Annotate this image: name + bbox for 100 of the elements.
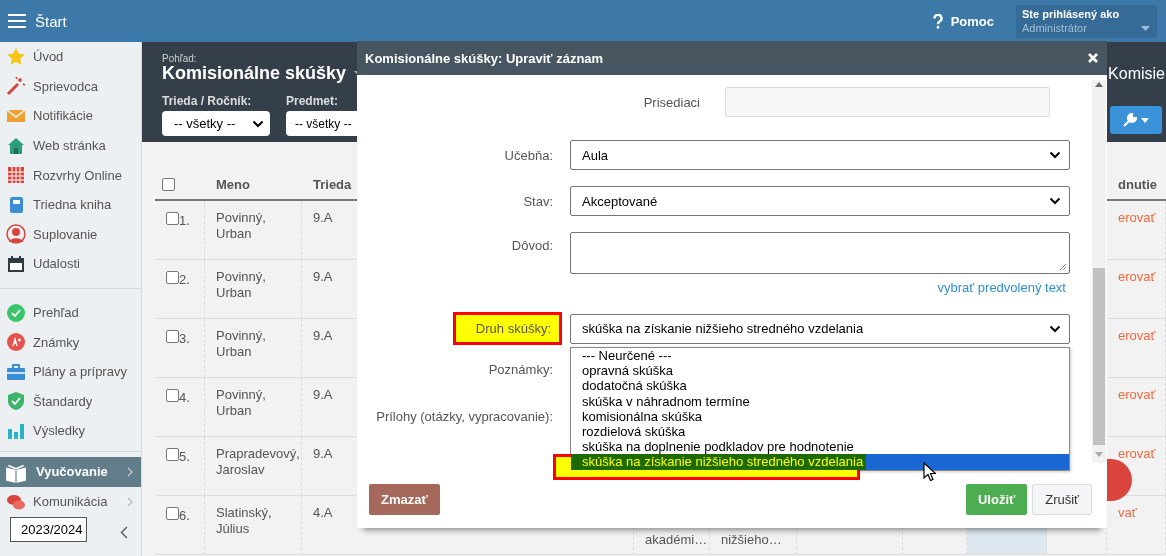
default-text-link[interactable]: vybrať predvolený text [937, 280, 1066, 295]
cancel-button[interactable]: Zrušiť [1032, 483, 1092, 515]
row-number: 6. [179, 508, 190, 523]
wrench-icon [1123, 113, 1137, 127]
table-cell: nižšieho… [721, 532, 782, 547]
briefcase-icon [6, 361, 26, 382]
dropdown-option[interactable]: --- Neurčené --- [571, 348, 1069, 364]
sidebar-item[interactable]: Vyučovanie [0, 456, 141, 487]
dropdown-list[interactable] [570, 347, 1070, 471]
row-number: 1. [179, 213, 190, 228]
table-cell: Slatinský, Július [216, 505, 272, 536]
filter-label: Trieda / Ročník: [162, 94, 253, 108]
view-title[interactable]: Komisionálne skúšky [162, 63, 347, 84]
calendar-grid-icon [6, 165, 26, 186]
select-field[interactable]: Akceptované [570, 186, 1070, 216]
collapse-icon[interactable] [120, 526, 128, 539]
sidebar-item[interactable]: Štandardy [0, 386, 141, 417]
view-label: Pohľad: [162, 53, 198, 64]
floating-button[interactable] [1107, 459, 1132, 501]
scrollbar-thumb[interactable] [1093, 268, 1105, 445]
chevron-down-icon [1049, 324, 1061, 333]
row-number: 5. [179, 449, 190, 464]
delete-button[interactable]: Zmazať [369, 483, 440, 515]
table-cell: Povinný, Urban [216, 387, 266, 418]
person-icon [6, 224, 26, 245]
table-cell: Povinný, Urban [216, 269, 266, 300]
sidebar-item[interactable]: Úvod [0, 42, 141, 72]
check-circle-icon [6, 302, 26, 323]
row-checkbox[interactable] [166, 507, 179, 520]
dropdown-option[interactable]: rozdielová skúška [571, 423, 1069, 440]
filter-label: Predmet: [286, 94, 339, 108]
table-cell: 9.A [313, 446, 333, 461]
row-checkbox[interactable] [166, 330, 179, 343]
table-cell: 9.A [313, 210, 333, 225]
chevron-down-icon [252, 119, 264, 128]
sidebar-item[interactable]: Triedna kniha [0, 189, 141, 220]
sidebar-item[interactable]: Suplovanie [0, 219, 141, 250]
caret-icon [1141, 117, 1149, 123]
cursor-icon [923, 462, 936, 482]
field-label: Prílohy (otázky, vypracovanie): [376, 409, 553, 424]
row-checkbox[interactable] [166, 389, 179, 402]
table-cell: akadémi… [645, 532, 708, 547]
sidebar-item[interactable]: Rozvrhy Online [0, 160, 141, 190]
select-field[interactable]: Aula [570, 140, 1070, 170]
select-field[interactable]: skúška na získanie nižšieho stredného vzdelania [570, 313, 1070, 344]
table-cell: 4.A [313, 505, 333, 520]
select-all-checkbox[interactable] [162, 177, 175, 191]
sidebar-item[interactable]: Plány a prípravy [0, 356, 141, 387]
filter-select[interactable]: -- všetky -- [286, 111, 357, 136]
sidebar-item[interactable]: Notifikácie [0, 101, 141, 131]
table-cell: 9.A [313, 328, 333, 343]
close-icon[interactable] [1088, 53, 1098, 63]
shield-icon [6, 391, 26, 412]
row-number: 2. [179, 272, 190, 287]
help-icon[interactable] [932, 13, 943, 29]
sidebar-item[interactable]: Známky [0, 327, 141, 357]
sidebar-item[interactable]: Prehľad [0, 297, 141, 328]
field-label: Druh skúšky: [452, 312, 562, 345]
user-menu[interactable]: Ste prihlásený ako Administrátor [1016, 4, 1157, 38]
row-number: 3. [179, 331, 190, 346]
star-icon [6, 46, 26, 67]
chevron-down-icon [1049, 151, 1061, 159]
table-cell: Povinný, Urban [216, 328, 266, 359]
scrollbar[interactable] [1092, 80, 1106, 463]
dropdown-option[interactable]: opravná skúška [571, 363, 1069, 379]
table-cell: 9.A [313, 269, 333, 284]
row-checkbox[interactable] [166, 212, 179, 225]
filter-select[interactable]: -- všetky -- [162, 111, 270, 136]
magic-wand-icon [6, 76, 26, 97]
tools-button[interactable] [1110, 106, 1162, 134]
dropdown-option[interactable]: dodatočná skúška [571, 378, 1069, 394]
scroll-up-icon[interactable] [1095, 82, 1103, 87]
sidebar-item[interactable]: Web stránka [0, 130, 141, 161]
help-link[interactable]: Pomoc [950, 13, 994, 29]
sidebar-item[interactable]: Výsledky [0, 416, 141, 446]
chevron-down-icon [1049, 197, 1061, 205]
column-header: Meno [205, 169, 302, 201]
row-checkbox[interactable] [166, 448, 179, 461]
row-checkbox[interactable] [166, 271, 179, 284]
house-icon [6, 135, 26, 156]
menu-icon[interactable] [8, 14, 26, 28]
sidebar-item[interactable]: Komunikácia [0, 486, 141, 517]
calendar-icon [6, 253, 26, 274]
field-label: Poznámky: [488, 362, 553, 377]
table-cell: Prapradevový, Jaroslav [216, 446, 300, 477]
text-area[interactable] [570, 232, 1070, 274]
sidebar-item[interactable]: Udalosti [0, 249, 141, 279]
year-select[interactable]: 2023/2024 [10, 517, 87, 542]
dropdown-option[interactable]: skúška na doplnenie podkladov pre hodnotenie [571, 439, 1069, 455]
grade-circle-icon [6, 332, 26, 353]
field-label: Učebňa: [504, 147, 553, 163]
dropdown-option[interactable]: skúška v náhradnom termíne [571, 393, 1069, 409]
sidebar-item[interactable]: Sprievodca [0, 71, 141, 102]
field-label: Dôvod: [511, 238, 553, 253]
view-side-title: Komisie [1108, 65, 1165, 83]
dropdown-option[interactable]: skúška na získanie nižšieho stredného vzdelania [571, 454, 867, 470]
dropdown-option[interactable]: komisionálna skúška [571, 408, 1069, 424]
field-label: Prisediaci [643, 94, 700, 110]
table-cell: 9.A [313, 387, 333, 402]
table-cell: Povinný, Urban [216, 210, 266, 241]
